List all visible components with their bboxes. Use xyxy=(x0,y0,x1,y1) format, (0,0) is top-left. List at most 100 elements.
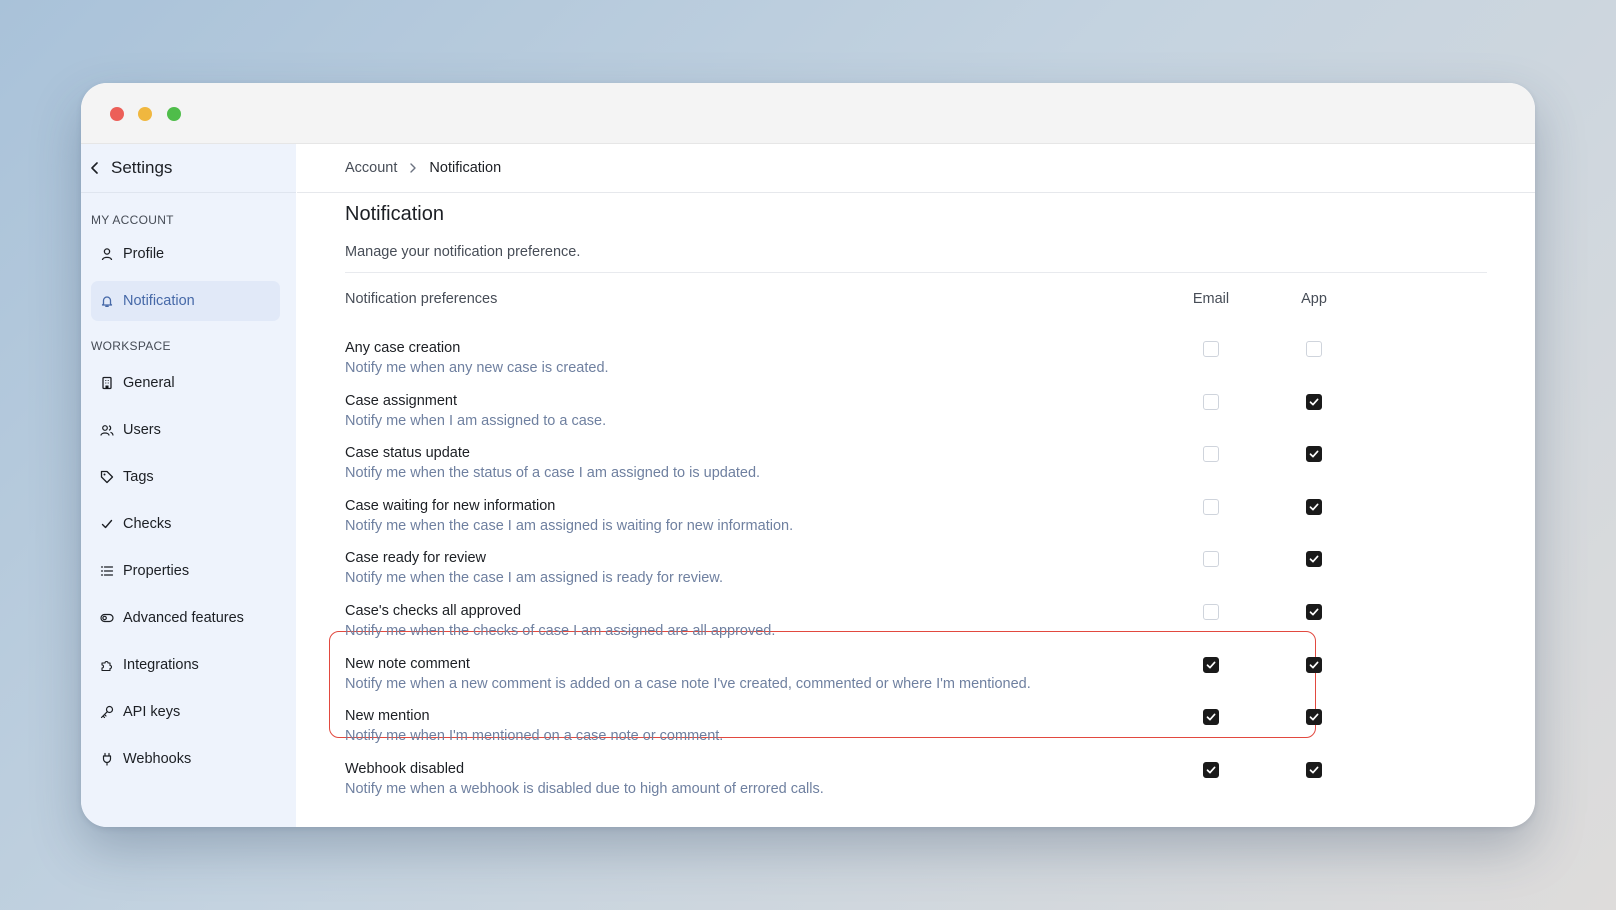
app-column-header: App xyxy=(1301,291,1327,307)
sidebar-item-label: Users xyxy=(123,422,161,438)
app-checkbox[interactable] xyxy=(1306,604,1322,620)
sidebar-item-tags[interactable]: Tags xyxy=(91,457,280,497)
chevron-right-icon xyxy=(409,162,417,174)
preference-row: New note comment Notify me when a new com… xyxy=(345,656,1445,704)
sidebar-item-users[interactable]: Users xyxy=(91,410,280,450)
plug-icon xyxy=(99,751,115,767)
sidebar-item-advanced-features[interactable]: Advanced features xyxy=(91,598,280,638)
sidebar-title: Settings xyxy=(111,158,173,177)
preference-description: Notify me when a webhook is disabled due… xyxy=(345,780,824,797)
preference-title: New note comment xyxy=(345,655,470,672)
preference-title: Case status update xyxy=(345,445,470,462)
preference-row: Case waiting for new information Notify m… xyxy=(345,498,1445,546)
toggle-icon xyxy=(99,610,115,626)
preference-row: Webhook disabled Notify me when a webhook… xyxy=(345,761,1445,809)
email-column-header: Email xyxy=(1192,291,1230,307)
app-window: Settings MY ACCOUNT Profile Notification… xyxy=(81,83,1535,827)
sidebar-item-label: Properties xyxy=(123,563,190,579)
users-icon xyxy=(99,422,115,438)
sidebar-item-api-keys[interactable]: API keys xyxy=(91,692,280,732)
sidebar-item-integrations[interactable]: Integrations xyxy=(91,645,280,685)
close-window-button[interactable] xyxy=(110,107,124,121)
sidebar-item-label: General xyxy=(123,375,175,391)
sidebar-item-properties[interactable]: Properties xyxy=(91,551,280,591)
preference-title: Any case creation xyxy=(345,340,461,356)
breadcrumb-current: Notification xyxy=(429,160,502,176)
email-checkbox[interactable] xyxy=(1203,551,1219,568)
sidebar-item-label: Integrations xyxy=(123,657,199,673)
app-checkbox[interactable] xyxy=(1306,656,1322,673)
sidebar-item-label: Advanced features xyxy=(123,610,244,626)
sidebar-item-profile[interactable]: Profile xyxy=(91,234,280,274)
divider xyxy=(345,272,1487,273)
preference-title: New mention xyxy=(345,708,430,725)
breadcrumb-account-link[interactable]: Account xyxy=(345,160,397,176)
section-my-account: MY ACCOUNT xyxy=(91,213,174,227)
building-icon xyxy=(99,375,115,391)
preference-row: New mention Notify me when I'm mentioned … xyxy=(345,708,1445,756)
preference-title: Case ready for review xyxy=(345,550,487,567)
bell-icon xyxy=(99,293,115,309)
sidebar-item-label: Checks xyxy=(123,516,172,532)
app-checkbox[interactable] xyxy=(1306,761,1322,778)
email-checkbox[interactable] xyxy=(1203,393,1219,410)
main-content: Account Notification Notification Manage… xyxy=(297,144,1535,827)
app-checkbox[interactable] xyxy=(1306,498,1322,515)
app-checkbox[interactable] xyxy=(1306,341,1322,357)
page-title: Notification xyxy=(345,203,444,225)
app-checkbox[interactable] xyxy=(1306,446,1322,463)
chevron-left-icon[interactable] xyxy=(87,160,103,176)
sidebar-item-webhooks[interactable]: Webhooks xyxy=(91,739,280,779)
sidebar-item-label: API keys xyxy=(123,704,181,720)
email-checkbox[interactable] xyxy=(1203,709,1219,726)
maximize-window-button[interactable] xyxy=(167,107,181,121)
preference-row: Any case creation Notify me when any new … xyxy=(345,340,1445,388)
sidebar-item-label: Tags xyxy=(123,469,154,485)
key-icon xyxy=(99,704,115,720)
puzzle-icon xyxy=(99,657,115,673)
preference-title: Case waiting for new information xyxy=(345,497,556,514)
email-checkbox[interactable] xyxy=(1203,341,1219,357)
sidebar-item-label: Profile xyxy=(123,246,165,262)
sidebar-item-label: Webhooks xyxy=(123,751,192,767)
preference-row: Case ready for review Notify me when the … xyxy=(345,550,1445,598)
minimize-window-button[interactable] xyxy=(138,107,152,121)
preference-title: Case assignment xyxy=(345,392,458,409)
preference-description: Notify me when a new comment is added on… xyxy=(345,675,1031,692)
check-icon xyxy=(99,516,115,532)
list-icon xyxy=(99,563,115,579)
app-checkbox[interactable] xyxy=(1306,551,1322,568)
preference-description: Notify me when any new case is created. xyxy=(345,360,609,376)
sidebar-item-label: Notification xyxy=(123,293,195,309)
preference-row: Case's checks all approved Notify me when… xyxy=(345,603,1445,651)
email-checkbox[interactable] xyxy=(1203,498,1219,515)
sidebar-item-general[interactable]: General xyxy=(91,363,280,403)
app-checkbox[interactable] xyxy=(1306,709,1322,726)
title-bar xyxy=(81,83,1535,144)
preference-description: Notify me when the status of a case I am… xyxy=(345,465,761,482)
preference-description: Notify me when the checks of case I am a… xyxy=(345,623,776,639)
preference-title: Case's checks all approved xyxy=(345,603,522,619)
page-description: Manage your notification preference. xyxy=(345,244,581,260)
preference-row: Case status update Notify me when the sta… xyxy=(345,445,1445,493)
preference-description: Notify me when the case I am assigned is… xyxy=(345,570,723,587)
sidebar-item-notification[interactable]: Notification xyxy=(91,281,280,321)
tag-icon xyxy=(99,469,115,485)
sidebar-header[interactable]: Settings xyxy=(81,144,296,193)
email-checkbox[interactable] xyxy=(1203,656,1219,673)
preference-description: Notify me when I am assigned to a case. xyxy=(345,412,607,429)
preference-description: Notify me when I'm mentioned on a case n… xyxy=(345,728,724,745)
preference-row: Case assignment Notify me when I am assig… xyxy=(345,393,1445,441)
preference-description: Notify me when the case I am assigned is… xyxy=(345,517,794,534)
app-checkbox[interactable] xyxy=(1306,393,1322,410)
breadcrumb: Account Notification xyxy=(297,144,1535,193)
preferences-header: Notification preferences xyxy=(345,291,498,307)
sidebar: Settings MY ACCOUNT Profile Notification… xyxy=(81,144,296,827)
user-icon xyxy=(99,246,115,262)
email-checkbox[interactable] xyxy=(1203,761,1219,778)
email-checkbox[interactable] xyxy=(1203,604,1219,620)
email-checkbox[interactable] xyxy=(1203,446,1219,463)
section-workspace: WORKSPACE xyxy=(91,339,171,353)
preference-title: Webhook disabled xyxy=(345,760,465,777)
sidebar-item-checks[interactable]: Checks xyxy=(91,504,280,544)
